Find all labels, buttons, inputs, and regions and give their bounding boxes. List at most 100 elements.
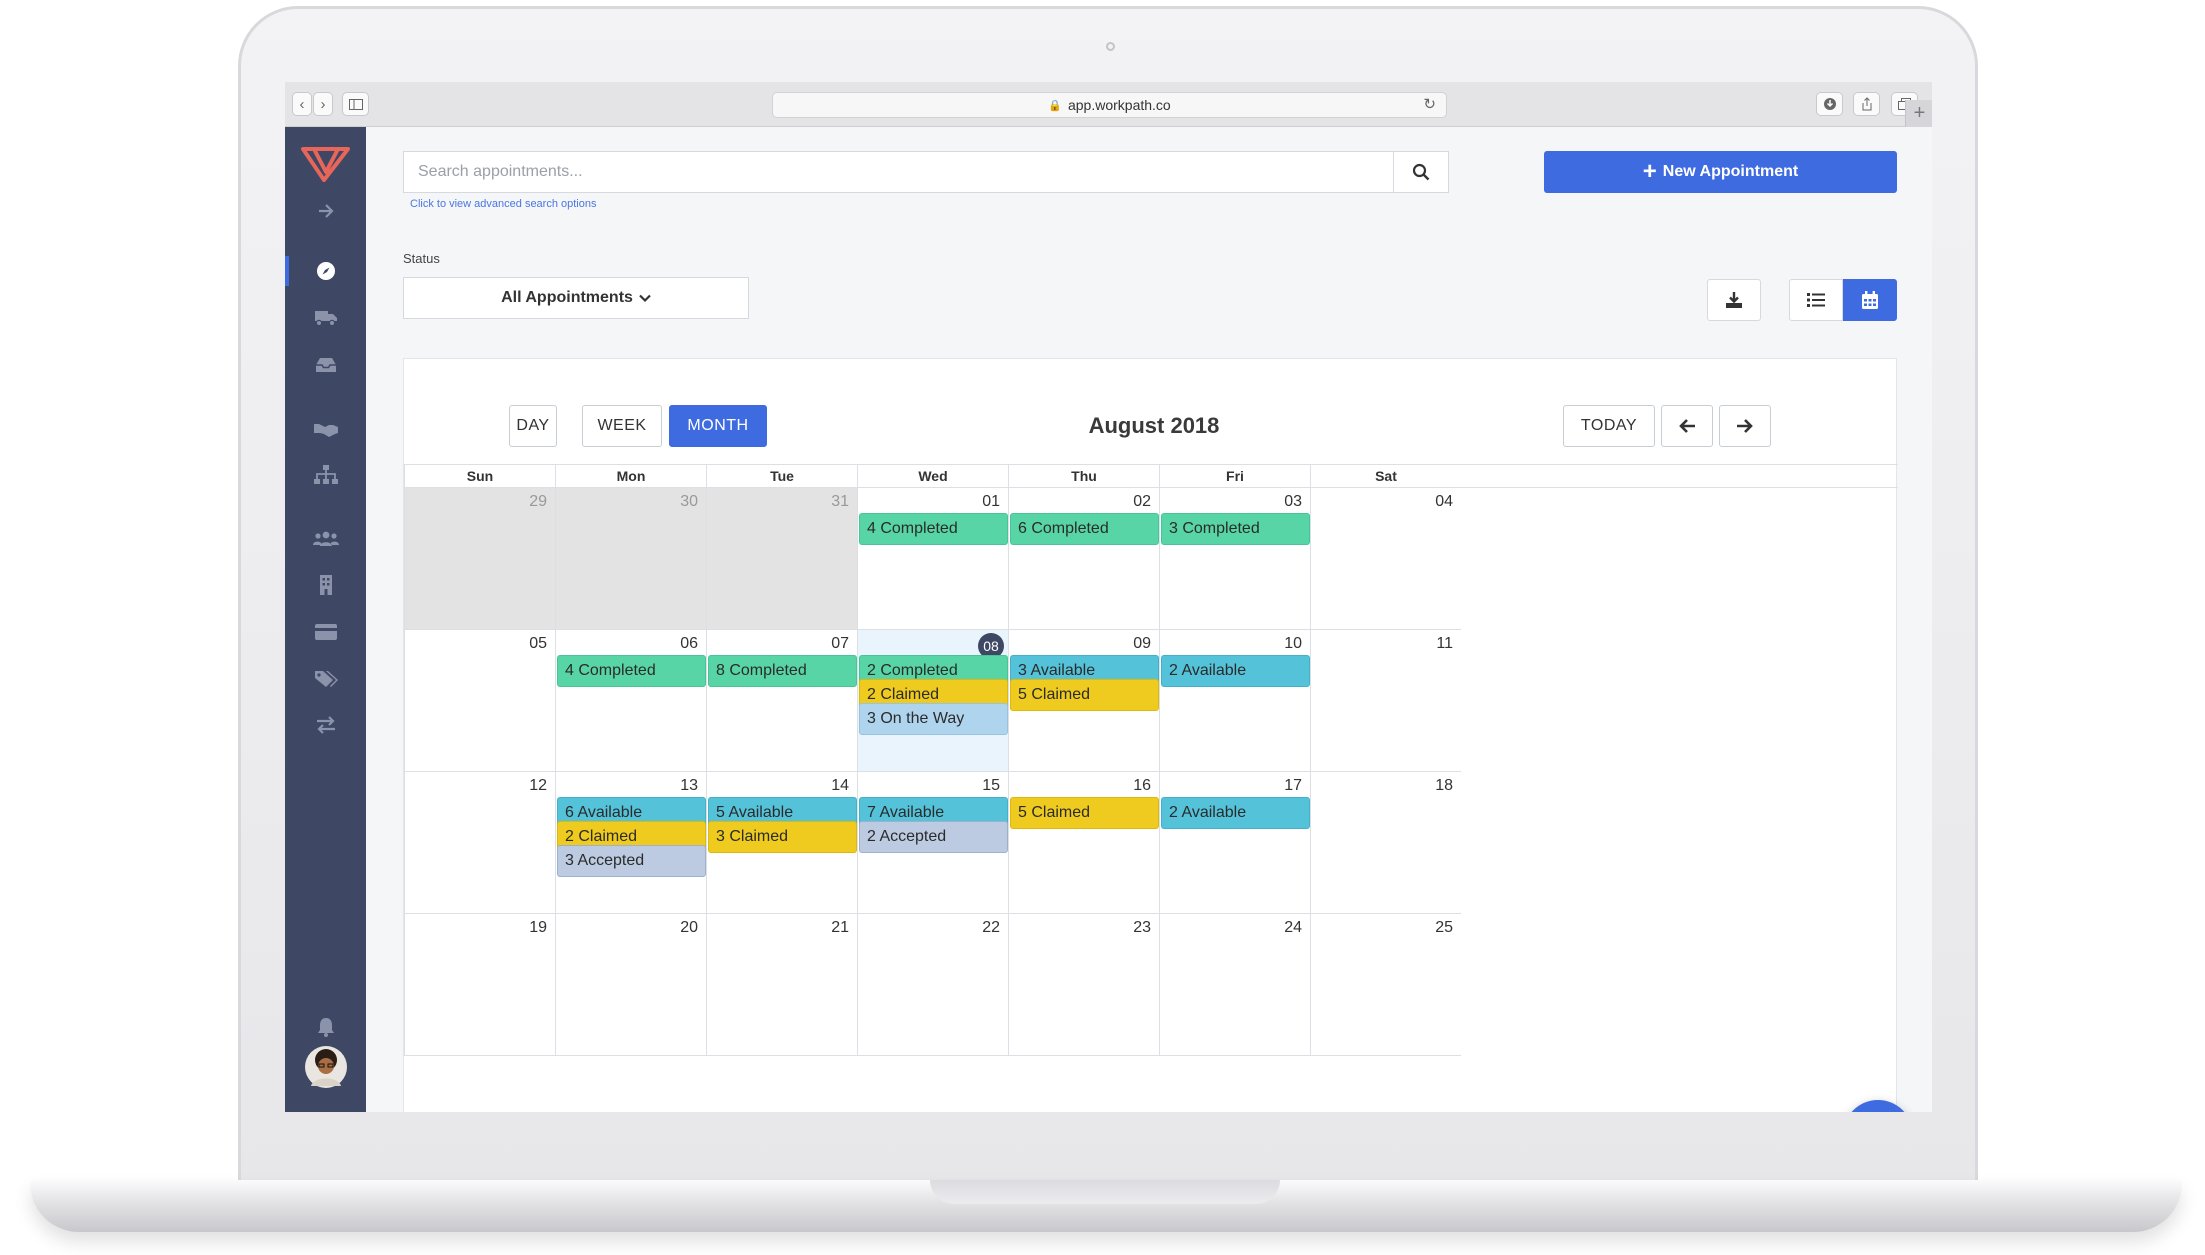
day-cell[interactable]: 18 xyxy=(1310,772,1461,914)
event-completed[interactable]: 6 Completed xyxy=(1010,513,1159,545)
week-view-button[interactable]: WEEK xyxy=(582,405,662,447)
status-dropdown[interactable]: All Appointments xyxy=(403,277,749,319)
next-month-button[interactable] xyxy=(1719,405,1771,447)
export-button[interactable] xyxy=(1707,279,1761,321)
search-input[interactable] xyxy=(404,152,1404,192)
day-cell[interactable]: 11 xyxy=(1310,630,1461,772)
calendar-card: DAY WEEK MONTH August 2018 TODAY Sun Mon T… xyxy=(403,358,1898,1112)
list-view-button[interactable] xyxy=(1789,279,1843,321)
download-icon xyxy=(1726,292,1742,308)
users-icon[interactable] xyxy=(285,524,366,554)
event-completed[interactable]: 3 Completed xyxy=(1161,513,1310,545)
day-cell[interactable]: 24 xyxy=(1159,914,1310,1056)
day-cell[interactable]: 31 xyxy=(706,488,857,630)
logo[interactable] xyxy=(285,144,366,184)
compass-icon[interactable] xyxy=(285,256,366,286)
screen: ‹ › 🔒 app.workpath.co ↻ + Search appoint… xyxy=(285,82,1932,1112)
url-bar[interactable]: 🔒 app.workpath.co ↻ xyxy=(772,92,1447,118)
event-claimed[interactable]: 3 Claimed xyxy=(708,821,857,853)
search-button[interactable] xyxy=(1393,152,1448,192)
day-cell[interactable]: 10 2 Available xyxy=(1159,630,1310,772)
truck-icon[interactable] xyxy=(285,303,366,333)
share-icon[interactable] xyxy=(1853,92,1880,116)
day-number: 22 xyxy=(982,919,1000,936)
day-cell[interactable]: 19 xyxy=(404,914,555,1056)
day-cell[interactable]: 08 2 Completed 2 Claimed 3 On the Way xyxy=(857,630,1008,772)
day-number: 15 xyxy=(982,777,1000,794)
chevron-down-icon xyxy=(639,291,651,306)
day-cell[interactable]: 06 4 Completed xyxy=(555,630,706,772)
user-avatar[interactable] xyxy=(285,1045,366,1089)
today-button[interactable]: TODAY xyxy=(1563,405,1655,447)
event-claimed[interactable]: 5 Claimed xyxy=(1010,797,1159,829)
weekday-sat: Sat xyxy=(1310,465,1461,487)
list-icon xyxy=(1807,293,1825,307)
search-box xyxy=(403,151,1449,193)
event-available[interactable]: 2 Available xyxy=(1161,655,1310,687)
day-number: 21 xyxy=(831,919,849,936)
day-cell[interactable]: 07 8 Completed xyxy=(706,630,857,772)
laptop-notch xyxy=(930,1180,1280,1204)
event-accepted[interactable]: 3 Accepted xyxy=(557,845,706,877)
event-accepted[interactable]: 2 Accepted xyxy=(859,821,1008,853)
day-cell[interactable]: 30 xyxy=(555,488,706,630)
prev-month-button[interactable] xyxy=(1661,405,1713,447)
handshake-icon[interactable] xyxy=(285,414,366,444)
day-number: 06 xyxy=(680,635,698,652)
calendar-icon xyxy=(1862,291,1878,309)
day-cell[interactable]: 20 xyxy=(555,914,706,1056)
plus-icon[interactable]: + xyxy=(1905,100,1932,127)
org-chart-icon[interactable] xyxy=(285,460,366,490)
month-view-button[interactable]: MONTH xyxy=(669,405,767,447)
new-appointment-label: New Appointment xyxy=(1662,163,1799,180)
day-cell[interactable]: 15 7 Available 2 Accepted xyxy=(857,772,1008,914)
exchange-icon[interactable] xyxy=(285,710,366,740)
event-completed[interactable]: 4 Completed xyxy=(557,655,706,687)
day-cell[interactable]: 01 4 Completed xyxy=(857,488,1008,630)
day-cell[interactable]: 14 5 Available 3 Claimed xyxy=(706,772,857,914)
day-cell[interactable]: 04 xyxy=(1310,488,1461,630)
sidebar-toggle-icon[interactable] xyxy=(342,92,369,116)
day-cell[interactable]: 21 xyxy=(706,914,857,1056)
day-cell[interactable]: 02 6 Completed xyxy=(1008,488,1159,630)
status-label: Status xyxy=(403,251,440,266)
expand-arrow-icon[interactable] xyxy=(285,196,366,226)
day-cell[interactable]: 12 xyxy=(404,772,555,914)
download-icon[interactable] xyxy=(1816,92,1843,116)
building-icon[interactable] xyxy=(285,570,366,600)
day-number: 02 xyxy=(1133,493,1151,510)
calendar-view-button[interactable] xyxy=(1843,279,1897,321)
day-cell[interactable]: 05 xyxy=(404,630,555,772)
day-number: 24 xyxy=(1284,919,1302,936)
event-completed[interactable]: 4 Completed xyxy=(859,513,1008,545)
url-text: app.workpath.co xyxy=(1067,97,1171,113)
day-cell[interactable]: 16 5 Claimed xyxy=(1008,772,1159,914)
day-cell[interactable]: 22 xyxy=(857,914,1008,1056)
day-view-button[interactable]: DAY xyxy=(509,405,557,447)
credit-card-icon[interactable] xyxy=(285,617,366,647)
tags-icon[interactable] xyxy=(285,664,366,694)
forward-icon[interactable]: › xyxy=(313,92,333,116)
event-completed[interactable]: 8 Completed xyxy=(708,655,857,687)
day-number: 29 xyxy=(529,493,547,510)
advanced-search-link[interactable]: Click to view advanced search options xyxy=(410,198,596,210)
day-cell[interactable]: 13 6 Available 2 Claimed 3 Accepted xyxy=(555,772,706,914)
day-cell[interactable]: 29 xyxy=(404,488,555,630)
plus-icon: + xyxy=(1642,158,1657,185)
event-claimed[interactable]: 5 Claimed xyxy=(1010,679,1159,711)
weekday-sun: Sun xyxy=(404,465,555,487)
day-cell[interactable]: 03 3 Completed xyxy=(1159,488,1310,630)
day-cell[interactable]: 17 2 Available xyxy=(1159,772,1310,914)
event-ontheway[interactable]: 3 On the Way xyxy=(859,703,1008,735)
reload-icon[interactable]: ↻ xyxy=(1423,95,1436,113)
back-icon[interactable]: ‹ xyxy=(292,92,312,116)
inbox-icon[interactable] xyxy=(285,350,366,380)
bell-icon[interactable] xyxy=(285,1012,366,1042)
browser-toolbar: ‹ › 🔒 app.workpath.co ↻ xyxy=(285,82,1932,127)
day-cell[interactable]: 23 xyxy=(1008,914,1159,1056)
event-available[interactable]: 2 Available xyxy=(1161,797,1310,829)
day-cell[interactable]: 25 xyxy=(1310,914,1461,1056)
day-cell[interactable]: 09 3 Available 5 Claimed xyxy=(1008,630,1159,772)
calendar-title: August 2018 xyxy=(1088,413,1220,438)
new-appointment-button[interactable]: + New Appointment xyxy=(1544,151,1897,193)
